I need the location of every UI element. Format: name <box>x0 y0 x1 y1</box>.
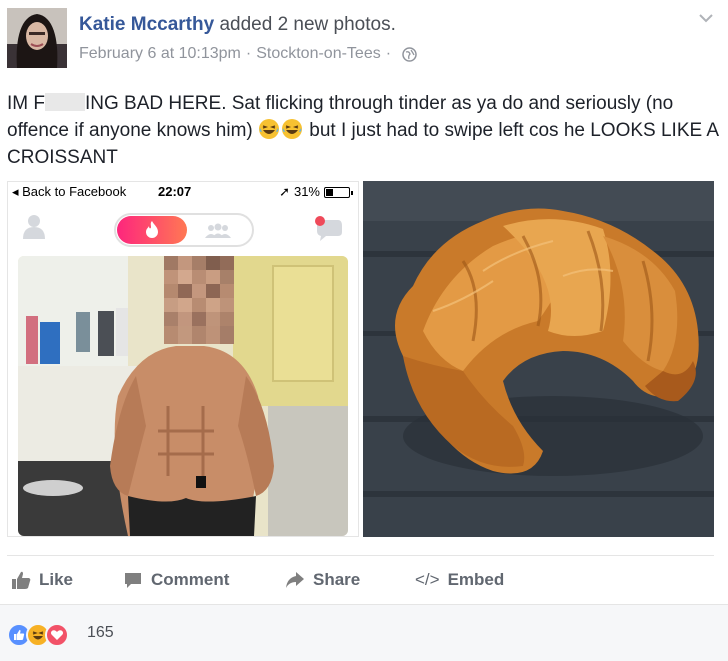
tinder-screenshot-photo[interactable]: ◂ Back to Facebook 22:07 ➚ 31% <box>7 181 359 537</box>
status-time: 22:07 <box>158 184 192 199</box>
share-arrow-icon <box>286 572 304 588</box>
reaction-count[interactable]: 165 <box>87 624 114 642</box>
post-author-line: Katie Mccarthy added 2 new photos. <box>79 14 396 36</box>
share-label: Share <box>313 570 361 589</box>
author-name-link[interactable]: Katie Mccarthy <box>79 14 214 35</box>
flame-icon <box>146 221 158 238</box>
facebook-post: Katie Mccarthy added 2 new photos. Febru… <box>0 0 728 661</box>
post-action-text: added 2 new photos. <box>219 14 396 35</box>
tinder-nav-bar <box>8 204 358 254</box>
post-text-part: IM F <box>7 93 45 114</box>
battery-icon <box>324 186 353 198</box>
blurred-profile-photo <box>18 256 348 536</box>
share-button[interactable]: Share <box>285 562 360 598</box>
divider <box>7 555 714 556</box>
comment-button[interactable]: Comment <box>123 562 229 598</box>
meta-separator: · <box>245 45 252 62</box>
like-button[interactable]: Like <box>11 562 73 598</box>
love-reaction-icon <box>45 623 69 647</box>
croissant-photo[interactable] <box>363 181 714 537</box>
avatar[interactable] <box>7 8 67 68</box>
discover-toggle <box>114 213 254 247</box>
group-icon <box>205 223 231 238</box>
post-timestamp[interactable]: February 6 at 10:13pm <box>79 44 241 64</box>
battery-percent: 31% <box>293 184 320 199</box>
embed-code-icon: </> <box>415 570 440 589</box>
post-message: IM F***ING BAD HERE. Sat flicking throug… <box>7 90 719 171</box>
embed-label: Embed <box>447 570 505 589</box>
comment-icon <box>125 573 141 588</box>
thumbs-up-icon <box>12 571 31 589</box>
comment-label: Comment <box>151 570 230 589</box>
reaction-icons[interactable] <box>7 623 69 647</box>
reactions-bar: 165 <box>0 604 728 661</box>
messages-icon <box>315 216 342 241</box>
meta-separator: · <box>385 45 392 62</box>
globe-icon[interactable] <box>402 46 417 62</box>
laughing-emoji-icon <box>259 119 280 139</box>
back-label-text: Back to Facebook <box>22 184 127 199</box>
back-to-facebook-label: ◂ Back to Facebook <box>12 184 127 199</box>
post-meta: February 6 at 10:13pm · Stockton-on-Tees… <box>79 44 417 64</box>
embed-button[interactable]: </> Embed <box>415 562 504 598</box>
profile-icon <box>23 215 45 239</box>
chevron-down-icon[interactable] <box>698 12 714 24</box>
like-label: Like <box>39 570 74 589</box>
post-location[interactable]: Stockton-on-Tees <box>256 44 381 64</box>
post-actions: Like Comment Share </> Embed <box>7 562 714 598</box>
location-arrow-icon: ➚ <box>279 184 290 199</box>
battery-status: ➚ 31% <box>279 182 353 202</box>
ios-status-bar: ◂ Back to Facebook 22:07 ➚ 31% <box>8 182 358 202</box>
laughing-emoji-icon <box>282 119 303 139</box>
censored-text: *** <box>45 93 85 111</box>
